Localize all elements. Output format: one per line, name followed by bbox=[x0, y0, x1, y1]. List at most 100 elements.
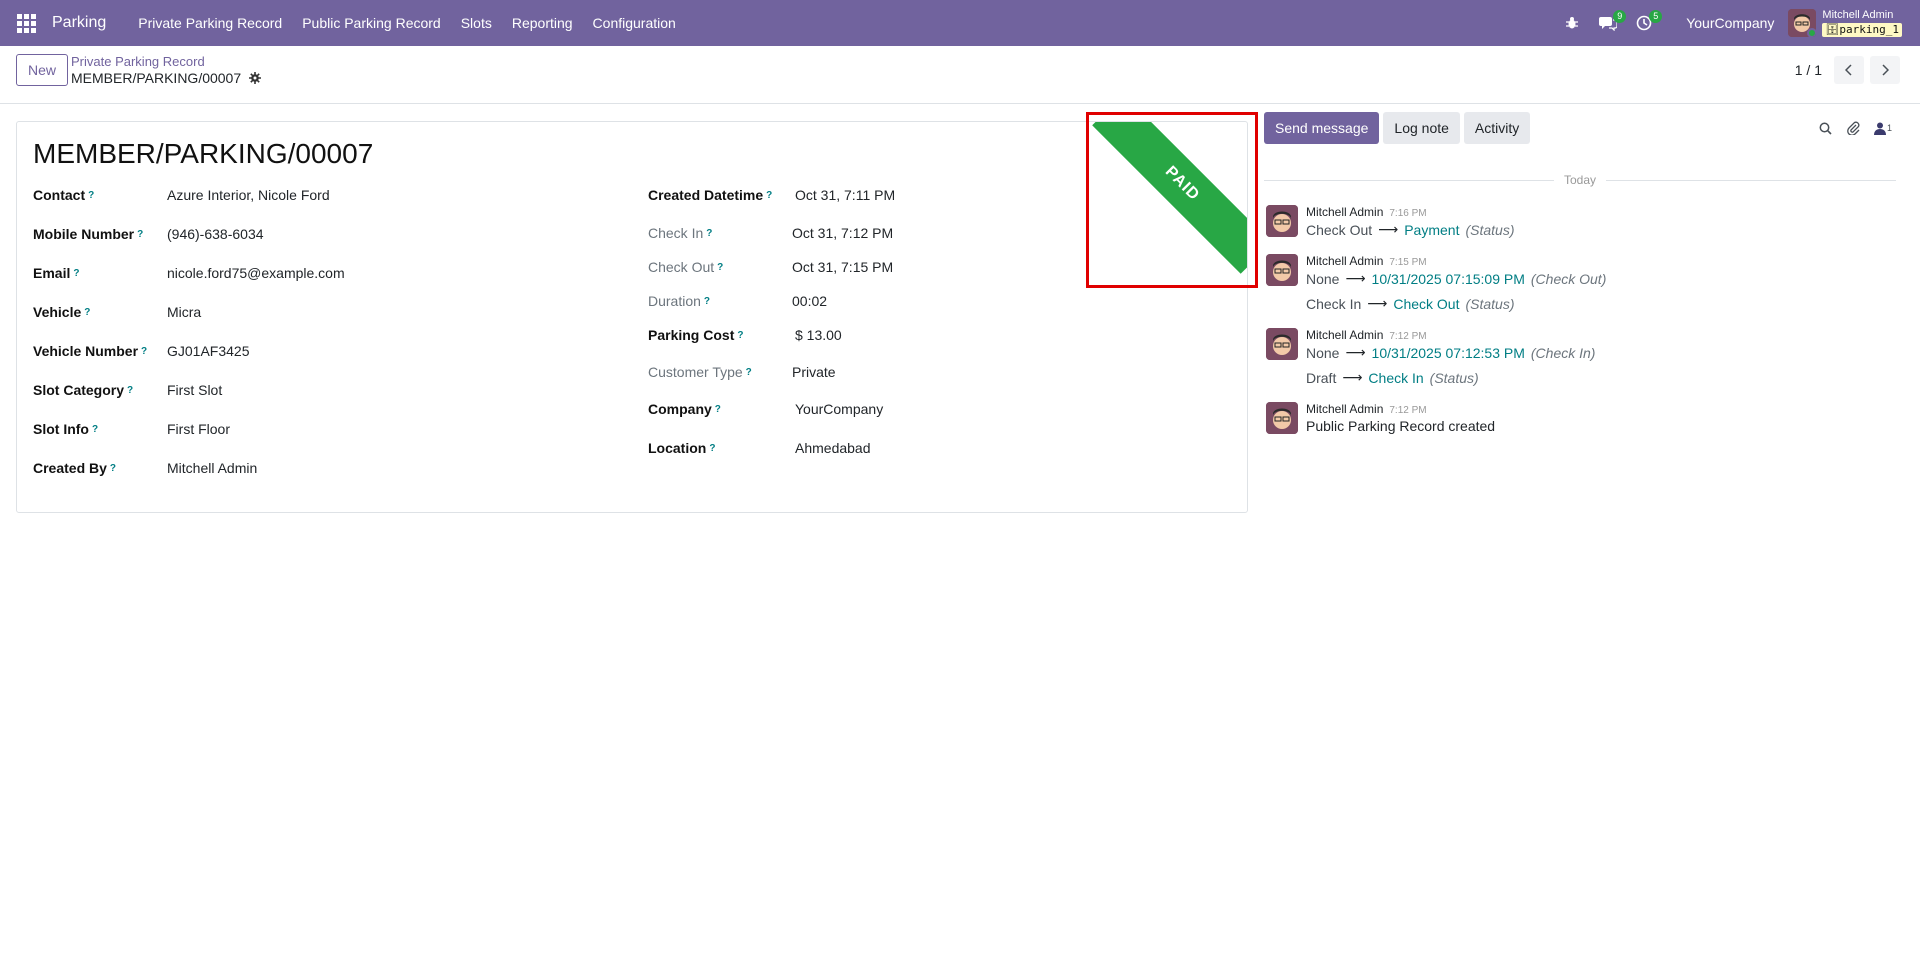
field-company: Company? YourCompany bbox=[648, 398, 883, 420]
user-menu[interactable]: Mitchell Admin 🗄parking_1 bbox=[1788, 9, 1902, 37]
field-value-customer-type: Private bbox=[792, 364, 836, 380]
send-message-button[interactable]: Send message bbox=[1264, 112, 1380, 144]
field-duration: Duration? 00:02 bbox=[648, 290, 827, 312]
field-created-by: Created By? Mitchell Admin bbox=[33, 457, 257, 479]
arrow-right-icon: ⟶ bbox=[1367, 295, 1388, 311]
field-label: Mobile Number bbox=[33, 226, 135, 242]
field-value-mobile[interactable]: (946)-638-6034 bbox=[167, 226, 264, 242]
breadcrumb[interactable]: Private Parking Record bbox=[71, 54, 205, 69]
field-label: Vehicle bbox=[33, 304, 82, 320]
field-label: Parking Cost bbox=[648, 327, 735, 343]
menu-slots[interactable]: Slots bbox=[451, 15, 502, 31]
field-label: Company bbox=[648, 401, 712, 417]
chatter-topbar: Send message Log note Activity 1 bbox=[1264, 112, 1904, 144]
field-label: Email bbox=[33, 265, 71, 281]
help-icon[interactable]: ? bbox=[746, 367, 752, 378]
pager-next-button[interactable] bbox=[1870, 56, 1900, 84]
author-avatar[interactable] bbox=[1266, 402, 1298, 434]
help-icon[interactable]: ? bbox=[717, 262, 723, 273]
field-value-created-by[interactable]: Mitchell Admin bbox=[167, 460, 257, 476]
author-avatar[interactable] bbox=[1266, 205, 1298, 237]
tracking-value: Check In ⟶ Check Out (Status) bbox=[1306, 295, 1514, 312]
paperclip-icon[interactable] bbox=[1846, 121, 1860, 135]
field-label: Location bbox=[648, 440, 707, 456]
record-title: MEMBER/PARKING/00007 bbox=[33, 138, 374, 169]
author-avatar[interactable] bbox=[1266, 328, 1298, 360]
field-value-check-out: Oct 31, 7:15 PM bbox=[792, 259, 894, 275]
chatter-panel: Send message Log note Activity 1 Today M… bbox=[1264, 104, 1920, 961]
field-parking-cost: Parking Cost? $ 13.00 bbox=[648, 324, 842, 346]
field-value-slot-category[interactable]: First Slot bbox=[167, 382, 222, 398]
field-value-contact[interactable]: Azure Interior, Nicole Ford bbox=[167, 187, 330, 203]
field-label: Check Out bbox=[648, 259, 715, 275]
gear-icon[interactable] bbox=[249, 72, 262, 84]
help-icon[interactable]: ? bbox=[766, 190, 772, 201]
field-check-in: Check In? Oct 31, 7:12 PM bbox=[648, 222, 893, 244]
activity-button[interactable]: Activity bbox=[1463, 112, 1531, 144]
field-value-location[interactable]: Ahmedabad bbox=[795, 440, 871, 456]
field-label: Duration bbox=[648, 293, 701, 309]
field-value-created-datetime: Oct 31, 7:11 PM bbox=[795, 187, 896, 203]
help-icon[interactable]: ? bbox=[127, 385, 133, 396]
activities-count-badge: 5 bbox=[1649, 10, 1663, 23]
top-navbar: Parking Private Parking Record Public Pa… bbox=[0, 0, 1920, 46]
new-button[interactable]: New bbox=[16, 54, 69, 86]
field-vehicle: Vehicle? Micra bbox=[33, 301, 201, 323]
search-icon[interactable] bbox=[1819, 122, 1832, 135]
arrow-right-icon: ⟶ bbox=[1345, 270, 1366, 286]
arrow-right-icon: ⟶ bbox=[1345, 344, 1366, 360]
help-icon[interactable]: ? bbox=[110, 463, 116, 474]
tracked-field: (Check In) bbox=[1530, 344, 1596, 361]
author-avatar[interactable] bbox=[1266, 254, 1298, 286]
menu-private-parking-record[interactable]: Private Parking Record bbox=[128, 15, 292, 31]
field-value-parking-cost: $ 13.00 bbox=[795, 327, 842, 343]
pager-value[interactable]: 1 / 1 bbox=[1795, 62, 1822, 78]
app-brand[interactable]: Parking bbox=[52, 14, 106, 32]
old-value: Check Out bbox=[1306, 221, 1373, 238]
followers-icon[interactable]: 1 bbox=[1873, 122, 1892, 135]
help-icon[interactable]: ? bbox=[92, 424, 98, 435]
tracking-value: None ⟶ 10/31/2025 07:12:53 PM (Check In) bbox=[1306, 344, 1595, 361]
field-value-company[interactable]: YourCompany bbox=[795, 401, 883, 417]
log-note-button[interactable]: Log note bbox=[1383, 112, 1460, 144]
message-author[interactable]: Mitchell Admin bbox=[1306, 205, 1383, 219]
help-icon[interactable]: ? bbox=[84, 307, 90, 318]
menu-reporting[interactable]: Reporting bbox=[502, 15, 583, 31]
new-value: 10/31/2025 07:15:09 PM bbox=[1371, 270, 1525, 287]
help-icon[interactable]: ? bbox=[709, 443, 715, 454]
paid-ribbon: PAID bbox=[1092, 122, 1247, 274]
app-menu-icon[interactable] bbox=[0, 0, 52, 46]
new-value: Check Out bbox=[1393, 295, 1460, 312]
field-value-slot-info[interactable]: First Floor bbox=[167, 421, 230, 437]
help-icon[interactable]: ? bbox=[704, 296, 710, 307]
field-value-vehicle[interactable]: Micra bbox=[167, 304, 201, 320]
pager-previous-button[interactable] bbox=[1834, 56, 1864, 84]
field-created-datetime: Created Datetime? Oct 31, 7:11 PM bbox=[648, 184, 895, 206]
help-icon[interactable]: ? bbox=[88, 190, 94, 201]
field-value-email[interactable]: nicole.ford75@example.com bbox=[167, 265, 345, 281]
current-record: MEMBER/PARKING/00007 bbox=[71, 70, 262, 86]
field-value-duration: 00:02 bbox=[792, 293, 828, 309]
bug-icon[interactable] bbox=[1558, 0, 1586, 46]
company-switcher[interactable]: YourCompany bbox=[1686, 15, 1774, 31]
new-value: 10/31/2025 07:12:53 PM bbox=[1371, 344, 1525, 361]
tracked-field: (Status) bbox=[1465, 295, 1515, 312]
message-author[interactable]: Mitchell Admin bbox=[1306, 254, 1383, 268]
messages-count-badge: 9 bbox=[1613, 10, 1627, 23]
field-label: Check In bbox=[648, 225, 704, 241]
help-icon[interactable]: ? bbox=[715, 404, 721, 415]
activity-clock-icon[interactable]: 5 bbox=[1630, 0, 1663, 46]
field-vehicle-number: Vehicle Number? GJ01AF3425 bbox=[33, 340, 250, 362]
help-icon[interactable]: ? bbox=[706, 228, 712, 239]
help-icon[interactable]: ? bbox=[73, 268, 79, 279]
help-icon[interactable]: ? bbox=[137, 229, 143, 240]
help-icon[interactable]: ? bbox=[141, 346, 147, 357]
menu-public-parking-record[interactable]: Public Parking Record bbox=[292, 15, 451, 31]
help-icon[interactable]: ? bbox=[737, 330, 743, 341]
chat-icon[interactable]: 9 bbox=[1594, 0, 1627, 46]
message-author[interactable]: Mitchell Admin bbox=[1306, 402, 1383, 416]
message-author[interactable]: Mitchell Admin bbox=[1306, 328, 1383, 342]
menu-configuration[interactable]: Configuration bbox=[583, 15, 686, 31]
record-name-label: MEMBER/PARKING/00007 bbox=[71, 70, 242, 86]
field-value-vehicle-number[interactable]: GJ01AF3425 bbox=[167, 343, 250, 359]
